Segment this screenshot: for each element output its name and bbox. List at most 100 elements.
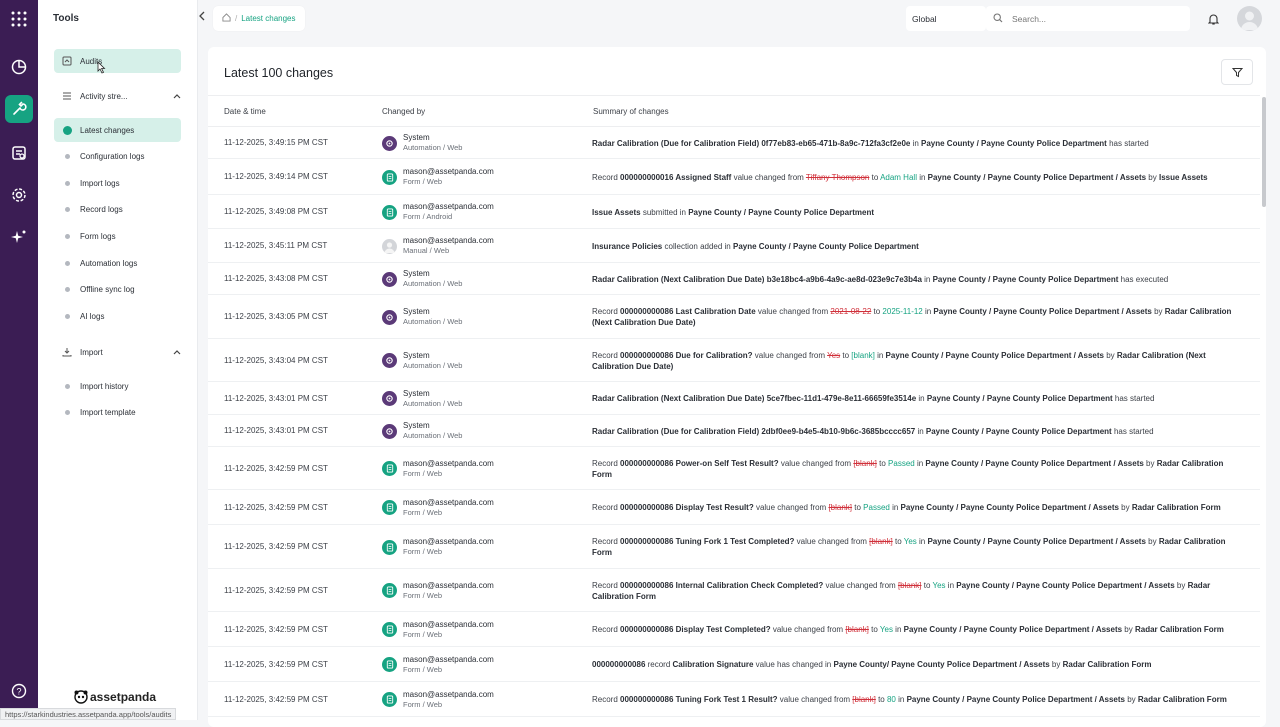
sidebar-group-activity[interactable]: Activity stre... xyxy=(54,84,181,108)
sidebar-item-import-history[interactable]: Import history xyxy=(54,374,181,398)
summary-text: Radar Calibration (Next Calibration Due … xyxy=(592,394,917,403)
reports-icon[interactable] xyxy=(9,143,29,163)
page-title: Latest 100 changes xyxy=(224,66,334,80)
search-icon xyxy=(993,12,1003,25)
new-value: Passed xyxy=(863,503,890,512)
bullet-icon xyxy=(54,260,80,266)
avatar[interactable] xyxy=(1237,6,1262,31)
summary-text: in xyxy=(915,426,926,436)
row-summary: Insurance Policies collection added in P… xyxy=(592,241,1242,252)
row-changed-by: mason@assetpanda.com Form / Web xyxy=(382,581,494,601)
summary-text: 000000000016 Assigned Staff xyxy=(620,172,732,182)
table-row[interactable]: 11-12-2025, 3:43:08 PM CST System Automati… xyxy=(208,263,1260,295)
form-icon xyxy=(382,657,397,672)
bell-icon[interactable] xyxy=(1203,9,1223,29)
sidebar-item-offline-sync-log[interactable]: Offline sync log xyxy=(54,278,181,302)
row-source: Form / Web xyxy=(403,468,443,478)
table-row[interactable]: 11-12-2025, 3:49:08 PM CST mason@assetpan… xyxy=(208,195,1260,229)
summary-text: in xyxy=(916,537,928,546)
row-changed-by: System Automation / Web xyxy=(382,351,462,371)
new-value: Yes xyxy=(903,537,917,546)
row-datetime: 11-12-2025, 3:49:14 PM CST xyxy=(224,172,328,181)
row-user: System xyxy=(403,307,430,316)
home-icon[interactable] xyxy=(222,13,231,24)
row-summary: Record 000000000086 Display Test Result?… xyxy=(592,502,1242,513)
analytics-icon[interactable] xyxy=(9,57,29,77)
table-row[interactable]: 11-12-2025, 3:45:11 PM CST mason@assetpan… xyxy=(208,229,1260,263)
column-header-summary[interactable]: Summary of changes xyxy=(593,107,669,116)
row-datetime: 11-12-2025, 3:42:59 PM CST xyxy=(224,542,328,551)
sidebar-item-import-logs[interactable]: Import logs xyxy=(54,171,181,195)
table-row[interactable]: 11-12-2025, 3:49:14 PM CST mason@assetpan… xyxy=(208,159,1260,195)
old-value: [blank] xyxy=(852,695,876,704)
sidebar-group-import[interactable]: Import xyxy=(54,340,181,364)
bullet-icon xyxy=(54,207,80,213)
row-user: mason@assetpanda.com xyxy=(403,497,494,507)
form-icon xyxy=(382,539,397,555)
summary-text: Record xyxy=(592,307,621,316)
row-summary: 000000000086 record Calibration Signatur… xyxy=(592,659,1242,670)
download-icon xyxy=(54,347,80,357)
sidebar-item-import-template[interactable]: Import template xyxy=(54,401,181,425)
filter-button[interactable] xyxy=(1221,59,1253,85)
sidebar-item-latest-changes[interactable]: Latest changes xyxy=(54,118,181,142)
table-row[interactable]: 11-12-2025, 3:42:59 PM CST mason@assetpan… xyxy=(208,490,1260,525)
search-input[interactable] xyxy=(1012,13,1172,24)
summary-text: Payne County / Payne County Police Depar… xyxy=(885,350,1104,360)
row-datetime: 11-12-2025, 3:42:59 PM CST xyxy=(224,694,328,704)
sidebar-item-form-logs[interactable]: Form logs xyxy=(54,224,181,248)
sidebar-item-configuration-logs[interactable]: Configuration logs xyxy=(54,145,181,169)
scope-selector[interactable]: Global xyxy=(906,6,986,31)
row-changed-by: mason@assetpanda.com Form / Web xyxy=(382,498,494,518)
summary-text: Radar Calibration Form xyxy=(1131,503,1221,512)
summary-text: Issue Assets xyxy=(592,207,641,217)
table-row[interactable]: 11-12-2025, 3:49:15 PM CST System Automati… xyxy=(208,127,1260,159)
row-summary: Record 000000000086 Tuning Fork 1 Test C… xyxy=(592,536,1242,558)
table-row[interactable]: 11-12-2025, 3:43:01 PM CST System Automati… xyxy=(208,415,1260,447)
bullet-icon xyxy=(54,180,80,186)
table-row[interactable]: 11-12-2025, 3:42:59 PM CST mason@assetpan… xyxy=(208,647,1260,682)
breadcrumb: / Latest changes xyxy=(213,6,305,31)
row-summary: Record 000000000086 Tuning Fork Test 1 R… xyxy=(592,694,1242,705)
row-datetime: 11-12-2025, 3:49:08 PM CST xyxy=(224,207,328,216)
row-summary: Issue Assets submitted in Payne County /… xyxy=(592,207,1242,218)
summary-text: value has changed in xyxy=(753,660,834,669)
search-box[interactable] xyxy=(986,6,1190,31)
summary-text: 000000000086 Due for Calibration? xyxy=(620,350,753,360)
table-row[interactable]: 11-12-2025, 3:42:59 PM CST mason@assetpan… xyxy=(208,612,1260,647)
table-row[interactable]: 11-12-2025, 3:42:59 PM CST mason@assetpan… xyxy=(208,447,1260,490)
table-row[interactable]: 11-12-2025, 3:43:04 PM CST System Automati… xyxy=(208,339,1260,382)
automation-icon xyxy=(382,309,397,325)
table-row[interactable]: 11-12-2025, 3:43:05 PM CST System Automati… xyxy=(208,295,1260,339)
help-icon[interactable]: ? xyxy=(9,681,29,701)
summary-text: in xyxy=(910,138,922,148)
apps-grid-icon[interactable] xyxy=(9,9,29,29)
table-row[interactable]: 11-12-2025, 3:42:59 PM CST mason@assetpan… xyxy=(208,682,1260,717)
old-value: Tiffany Thompson xyxy=(805,172,870,182)
sidebar-item-ai-logs[interactable]: AI logs xyxy=(54,304,181,328)
summary-text: Payne County / Payne County Police Depar… xyxy=(927,537,1146,546)
summary-text: to xyxy=(871,307,883,316)
settings-icon[interactable] xyxy=(9,185,29,205)
table-row[interactable]: 11-12-2025, 3:43:01 PM CST System Automati… xyxy=(208,382,1260,415)
scrollbar[interactable] xyxy=(1262,97,1266,207)
summary-text: Payne County / Payne County Police Depar… xyxy=(956,580,1175,590)
ai-sparkle-icon[interactable] xyxy=(9,227,29,247)
table-row[interactable]: 11-12-2025, 3:42:59 PM CST mason@assetpan… xyxy=(208,525,1260,569)
summary-text: submitted in xyxy=(640,207,689,217)
sidebar-item-label: Import logs xyxy=(80,178,120,188)
tools-icon[interactable] xyxy=(5,95,33,123)
sidebar-item-label: Record logs xyxy=(80,205,123,215)
automation-icon xyxy=(382,271,397,287)
summary-text: by xyxy=(1143,458,1157,468)
column-header-changed-by[interactable]: Changed by xyxy=(382,107,425,116)
sidebar-item-audits[interactable]: Audits xyxy=(54,49,181,74)
table-row[interactable]: 11-12-2025, 3:42:59 PM CST mason@assetpan… xyxy=(208,569,1260,612)
sidebar-group-label: Import xyxy=(80,347,103,357)
collapse-sidebar-button[interactable] xyxy=(198,11,210,25)
sidebar-item-record-logs[interactable]: Record logs xyxy=(54,198,181,222)
summary-text: Payne County / Payne County Police Depar… xyxy=(900,503,1119,512)
column-header-datetime[interactable]: Date & time xyxy=(224,107,266,116)
sidebar-item-automation-logs[interactable]: Automation logs xyxy=(54,251,181,275)
row-changed-by: mason@assetpanda.com Form / Web xyxy=(382,620,494,640)
